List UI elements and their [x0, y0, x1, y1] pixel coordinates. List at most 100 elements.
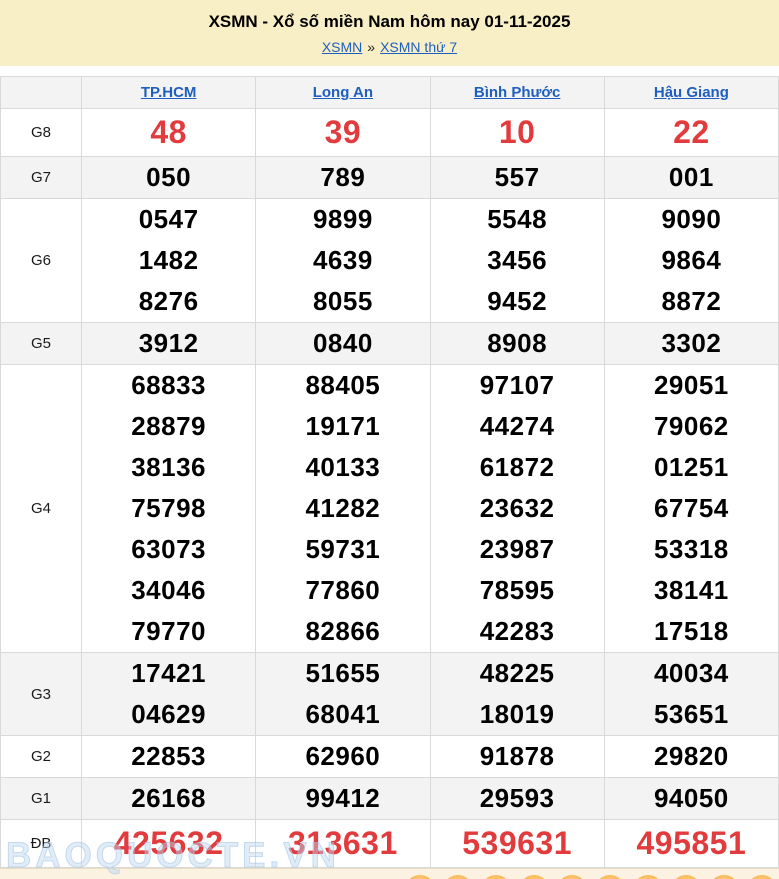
prize-cell: 5165568041 — [256, 653, 430, 735]
table-row: ĐB425632313631539631495851 — [1, 820, 778, 868]
prize-number: 8872 — [605, 281, 778, 322]
prize-number: 48 — [82, 109, 255, 156]
prize-cell: 10 — [431, 109, 605, 156]
prize-number: 557 — [431, 157, 604, 198]
prize-number: 48225 — [431, 653, 604, 694]
prize-cell: 94050 — [605, 778, 778, 819]
prize-number: 050 — [82, 157, 255, 198]
prize-label: G2 — [1, 736, 82, 777]
prize-number: 04629 — [82, 694, 255, 735]
prize-number: 5548 — [431, 199, 604, 240]
prize-cell: 8908 — [431, 323, 605, 364]
prize-number: 67754 — [605, 488, 778, 529]
prize-label: G6 — [1, 199, 82, 322]
table-row: G468833288793813675798630733404679770884… — [1, 365, 778, 653]
prize-number: 4639 — [256, 240, 429, 281]
prize-number: 94050 — [605, 778, 778, 819]
prize-number: 53651 — [605, 694, 778, 735]
prize-number: 23987 — [431, 529, 604, 570]
prize-cell: 62960 — [256, 736, 430, 777]
column-link-0[interactable]: TP.HCM — [141, 84, 197, 101]
results-table: TP.HCM Long An Bình Phước Hậu Giang G8483910… — [0, 76, 779, 868]
prize-cell: 97107442746187223632239877859542283 — [431, 365, 605, 652]
prize-number: 63073 — [82, 529, 255, 570]
table-row: G53912084089083302 — [1, 323, 778, 365]
prize-number: 17518 — [605, 611, 778, 652]
prize-number: 77860 — [256, 570, 429, 611]
prize-label: G1 — [1, 778, 82, 819]
prize-cell: 4003453651 — [605, 653, 778, 735]
column-link-1[interactable]: Long An — [313, 84, 373, 101]
prize-cell: 29820 — [605, 736, 778, 777]
prize-cell: 22 — [605, 109, 778, 156]
prize-number: 39 — [256, 109, 429, 156]
prize-number: 3912 — [82, 323, 255, 364]
prize-number: 68833 — [82, 365, 255, 406]
prize-cell: 88405191714013341282597317786082866 — [256, 365, 430, 652]
prize-number: 78595 — [431, 570, 604, 611]
prize-number: 79062 — [605, 406, 778, 447]
prize-cell: 495851 — [605, 820, 778, 867]
prize-cell: 39 — [256, 109, 430, 156]
prize-number: 61872 — [431, 447, 604, 488]
prize-number: 01251 — [605, 447, 778, 488]
prize-number: 53318 — [605, 529, 778, 570]
table-row: G605471482827698994639805555483456945290… — [1, 199, 778, 323]
prize-number: 29593 — [431, 778, 604, 819]
prize-number: 40133 — [256, 447, 429, 488]
lotto-ball-icon — [595, 875, 625, 879]
prize-cell: 539631 — [431, 820, 605, 867]
prize-cell: 3912 — [82, 323, 256, 364]
prize-number: 9899 — [256, 199, 429, 240]
lotto-balls-strip — [0, 868, 779, 879]
prize-number: 22853 — [82, 736, 255, 777]
prize-cell: 68833288793813675798630733404679770 — [82, 365, 256, 652]
column-link-3[interactable]: Hậu Giang — [654, 84, 729, 101]
prize-cell: 22853 — [82, 736, 256, 777]
prize-number: 44274 — [431, 406, 604, 447]
prize-number: 51655 — [256, 653, 429, 694]
prize-number: 38136 — [82, 447, 255, 488]
lotto-ball-icon — [519, 875, 549, 879]
prize-number: 3456 — [431, 240, 604, 281]
prize-number: 001 — [605, 157, 778, 198]
prize-number: 99412 — [256, 778, 429, 819]
prize-cell: 001 — [605, 157, 778, 198]
prize-number: 18019 — [431, 694, 604, 735]
prize-cell: 554834569452 — [431, 199, 605, 322]
prize-cell: 054714828276 — [82, 199, 256, 322]
breadcrumb-separator: » — [367, 39, 375, 55]
prize-cell: 425632 — [82, 820, 256, 867]
lotto-ball-icon — [709, 875, 739, 879]
breadcrumb-link-home[interactable]: XSMN — [322, 39, 362, 55]
column-link-2[interactable]: Bình Phước — [474, 84, 561, 101]
prize-number: 38141 — [605, 570, 778, 611]
prize-cell: 050 — [82, 157, 256, 198]
prize-number: 42283 — [431, 611, 604, 652]
prize-cell: 0840 — [256, 323, 430, 364]
table-row: G848391022 — [1, 109, 778, 157]
prize-number: 9452 — [431, 281, 604, 322]
prize-number: 88405 — [256, 365, 429, 406]
prize-number: 9090 — [605, 199, 778, 240]
page-title: XSMN - Xổ số miền Nam hôm nay 01-11-2025 — [8, 12, 771, 32]
table-row: G222853629609187829820 — [1, 736, 778, 778]
table-row: G7050789557001 — [1, 157, 778, 199]
prize-number: 75798 — [82, 488, 255, 529]
prize-number: 789 — [256, 157, 429, 198]
column-header-cell: TP.HCM — [82, 77, 256, 108]
prize-cell: 48 — [82, 109, 256, 156]
prize-number: 9864 — [605, 240, 778, 281]
lotto-ball-icon — [747, 875, 777, 879]
lotto-ball-icon — [481, 875, 511, 879]
breadcrumb-link-current[interactable]: XSMN thứ 7 — [380, 39, 457, 55]
prize-number: 425632 — [82, 820, 255, 867]
lotto-ball-icon — [443, 875, 473, 879]
prize-label: G3 — [1, 653, 82, 735]
prize-number: 41282 — [256, 488, 429, 529]
lotto-ball-icon — [633, 875, 663, 879]
prize-label: G8 — [1, 109, 82, 156]
prize-cell: 557 — [431, 157, 605, 198]
prize-number: 40034 — [605, 653, 778, 694]
prize-number: 0547 — [82, 199, 255, 240]
